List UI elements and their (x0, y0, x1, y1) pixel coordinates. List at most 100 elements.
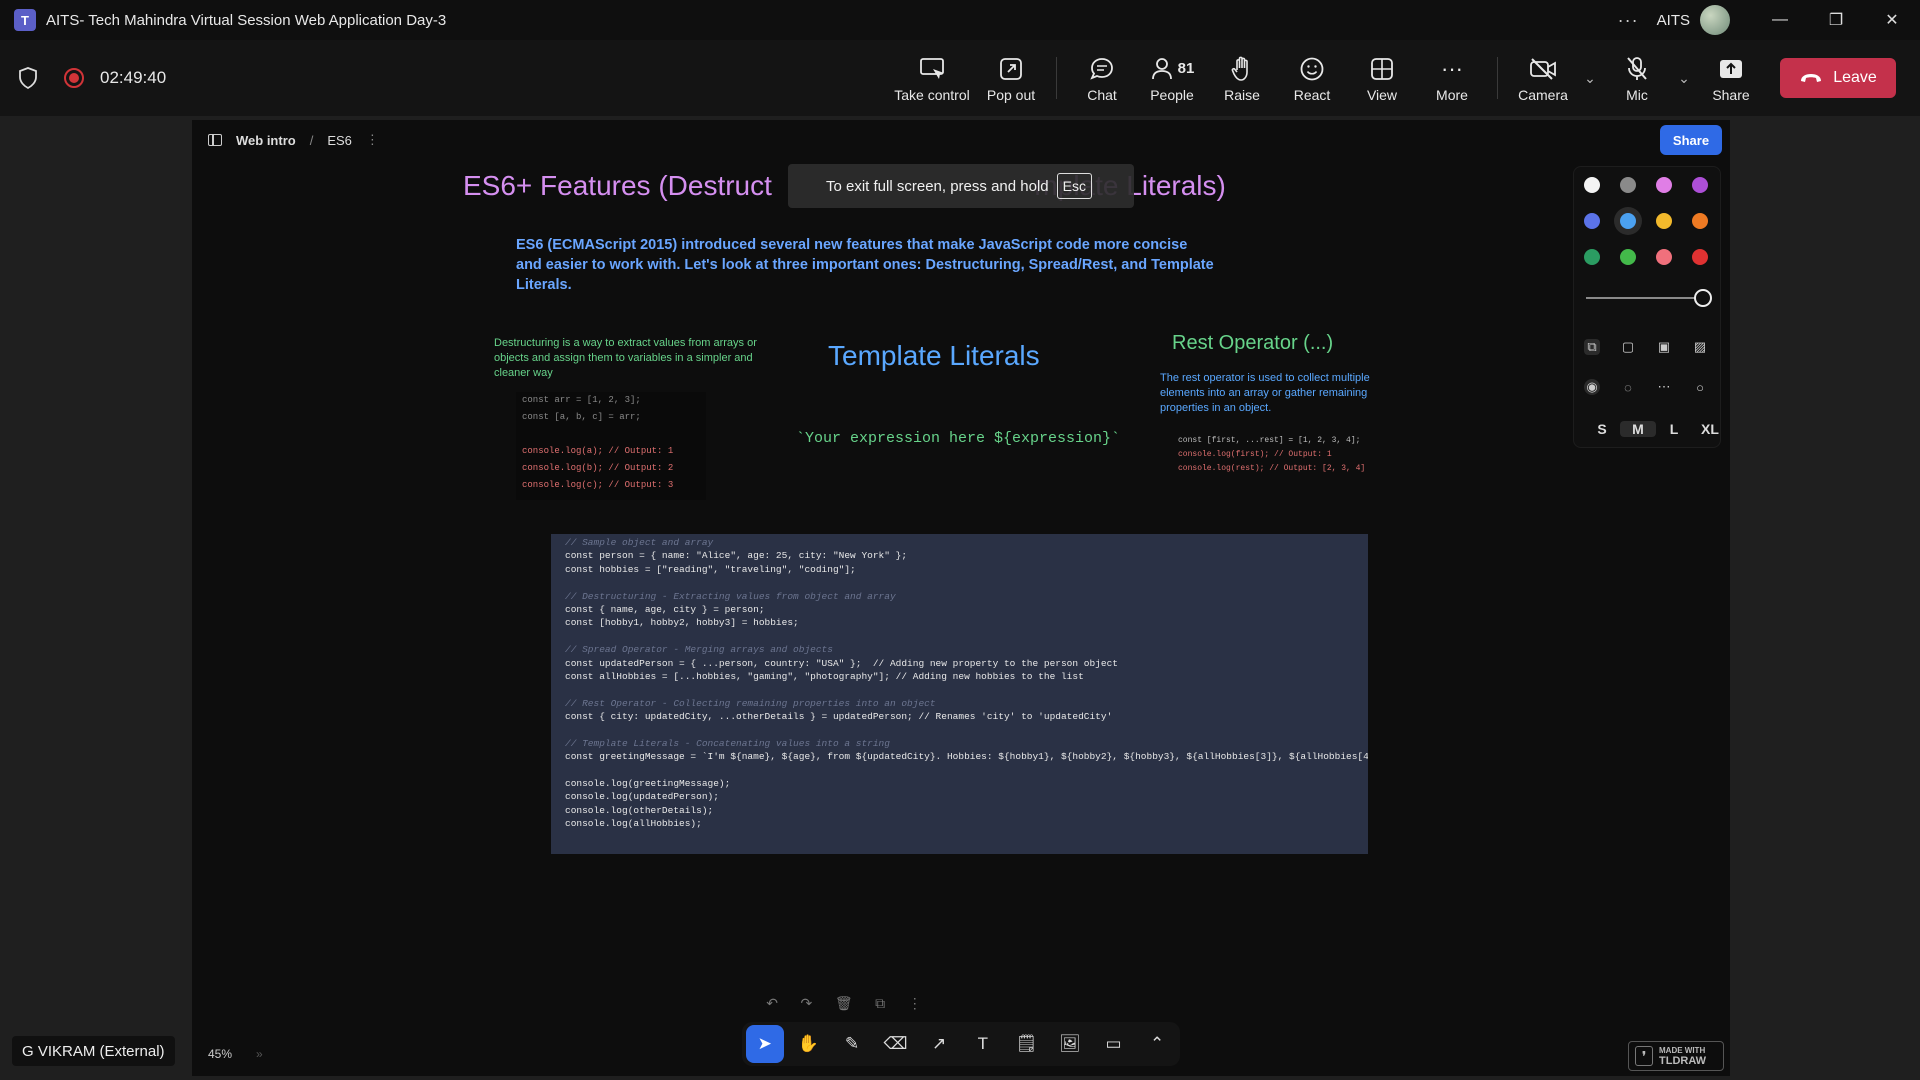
mic-label: Mic (1626, 86, 1648, 103)
breadcrumb-page[interactable]: ES6 (327, 133, 352, 148)
chat-button[interactable]: Chat (1067, 54, 1137, 103)
share-screen-button[interactable]: Share (1696, 54, 1766, 103)
color-swatch-light-green[interactable] (1620, 249, 1636, 265)
minimize-button[interactable]: — (1752, 0, 1808, 40)
more-actions-icon[interactable]: ⋮ (908, 995, 922, 1012)
fill-pattern-icon[interactable]: ▨ (1692, 339, 1708, 355)
share-label: Share (1712, 86, 1750, 103)
view-button[interactable]: View (1347, 54, 1417, 103)
camera-button[interactable]: Camera (1508, 54, 1578, 103)
code-line: console.log(rest); // Output: [2, 3, 4] (1178, 464, 1366, 473)
view-icon (1370, 54, 1394, 84)
rectangle-tool-icon[interactable]: ▭ (1095, 1025, 1133, 1063)
zoom-level: 45% (208, 1047, 233, 1061)
color-swatch-yellow[interactable] (1656, 213, 1672, 229)
code-line: // Rest Operator - Collecting remaining … (565, 697, 936, 709)
color-swatch-orange[interactable] (1692, 213, 1708, 229)
undo-icon[interactable]: ↶ (766, 995, 778, 1012)
pop-out-label: Pop out (986, 86, 1036, 103)
dash-dotted-icon[interactable]: ⋯ (1656, 379, 1672, 395)
code-line: // Destructuring - Extracting values fro… (565, 590, 896, 602)
take-control-icon (919, 54, 945, 84)
style-panel: ⧉ ▢ ▣ ▨ ◉ ◌ ⋯ ○ S M L XL (1573, 166, 1721, 448)
color-swatch-light-blue[interactable] (1620, 213, 1636, 229)
hand-tool-icon[interactable]: ✋ (790, 1025, 828, 1063)
code-line: const updatedPerson = { ...person, count… (565, 657, 1118, 669)
code-line: console.log(b); // Output: 2 (522, 463, 674, 473)
note-tool-icon[interactable]: 🗒 (1008, 1025, 1046, 1063)
code-line: console.log(c); // Output: 3 (522, 480, 674, 490)
size-xl-button[interactable]: XL (1692, 421, 1728, 437)
people-button[interactable]: 81 People (1137, 54, 1207, 103)
raise-hand-button[interactable]: Raise (1207, 54, 1277, 103)
more-tools-chevron-icon[interactable]: ⌃ (1138, 1025, 1176, 1063)
color-swatch-light-violet[interactable] (1656, 177, 1672, 193)
code-line: const arr = [1, 2, 3]; (522, 395, 641, 405)
fill-solid-icon[interactable]: ▣ (1656, 339, 1672, 355)
opacity-slider-knob[interactable] (1694, 289, 1712, 307)
made-with-line1: MADE WITH (1659, 1045, 1706, 1055)
color-swatch-white[interactable] (1584, 177, 1600, 193)
color-swatch-green[interactable] (1584, 249, 1600, 265)
arrow-tool-icon[interactable]: ↗ (920, 1025, 958, 1063)
more-button[interactable]: ··· More (1417, 54, 1487, 103)
color-swatch-blue[interactable] (1584, 213, 1600, 229)
camera-options-chevron-icon[interactable]: ⌄ (1578, 70, 1602, 87)
take-control-label: Take control (894, 86, 970, 103)
code-line: // Template Literals - Concatenating val… (565, 737, 890, 749)
select-tool-icon[interactable]: ➤ (746, 1025, 784, 1063)
sidebar-toggle-icon[interactable] (208, 134, 222, 146)
size-l-button[interactable]: L (1656, 421, 1692, 437)
opacity-slider[interactable] (1586, 289, 1712, 307)
fullscreen-exit-toast: To exit full screen, press and hold Esc (788, 164, 1134, 208)
fill-row: ⧉ ▢ ▣ ▨ (1584, 339, 1708, 355)
more-options-icon[interactable]: ··· (1618, 10, 1639, 31)
meeting-controls: Take control Pop out Chat 81 People Rais… (888, 40, 1920, 116)
size-s-button[interactable]: S (1584, 421, 1620, 437)
delete-icon[interactable]: 🗑 (835, 995, 853, 1012)
breadcrumb: Web intro / ES6 ⋮ (208, 132, 379, 148)
dash-solid-icon[interactable]: ○ (1692, 379, 1708, 395)
zoom-menu[interactable]: 45% » (208, 1047, 263, 1061)
duplicate-icon[interactable]: ⧉ (875, 995, 885, 1012)
code-line: // Sample object and array (565, 537, 714, 548)
text-tool-icon[interactable]: T (964, 1025, 1002, 1063)
color-swatch-grey[interactable] (1620, 177, 1636, 193)
pop-out-button[interactable]: Pop out (976, 54, 1046, 103)
page-menu-icon[interactable]: ⋮ (366, 132, 379, 148)
color-swatch-red[interactable] (1692, 249, 1708, 265)
redo-icon[interactable]: ↷ (801, 995, 813, 1012)
mic-button[interactable]: Mic (1602, 54, 1672, 103)
people-count: 81 (1177, 60, 1195, 77)
leave-label: Leave (1833, 69, 1877, 86)
fill-none-icon[interactable]: ⧉ (1584, 339, 1600, 355)
react-button[interactable]: React (1277, 54, 1347, 103)
raise-label: Raise (1224, 86, 1260, 103)
dash-draw-icon[interactable]: ◉ (1584, 379, 1600, 395)
color-swatch-violet[interactable] (1692, 177, 1708, 193)
fill-semi-icon[interactable]: ▢ (1620, 339, 1636, 355)
code-line: const { city: updatedCity, ...otherDetai… (565, 711, 1113, 723)
made-with-tldraw-badge[interactable]: ❜ MADE WITH TLDRAW (1628, 1041, 1724, 1071)
tldraw-share-button[interactable]: Share (1660, 125, 1722, 155)
eraser-tool-icon[interactable]: ⌫ (877, 1025, 915, 1063)
mic-options-chevron-icon[interactable]: ⌄ (1672, 70, 1696, 87)
take-control-button[interactable]: Take control (888, 54, 976, 103)
size-m-button[interactable]: M (1620, 421, 1656, 437)
restore-button[interactable]: ❐ (1808, 0, 1864, 40)
breadcrumb-parent[interactable]: Web intro (236, 133, 296, 148)
leave-button[interactable]: Leave (1780, 58, 1896, 98)
phone-hangup-icon (1801, 74, 1822, 82)
avatar[interactable] (1700, 5, 1730, 35)
draw-tool-icon[interactable]: ✎ (833, 1025, 871, 1063)
dash-dashed-icon[interactable]: ◌ (1620, 379, 1636, 395)
close-button[interactable]: ✕ (1864, 0, 1920, 40)
dash-row: ◉ ◌ ⋯ ○ (1584, 379, 1708, 395)
image-tool-icon[interactable]: 🖼 (1051, 1025, 1089, 1063)
rest-operator-description: The rest operator is used to collect mul… (1160, 372, 1370, 414)
code-line: console.log(allHobbies); (565, 818, 702, 830)
mic-off-icon (1625, 54, 1649, 84)
color-swatch-light-red[interactable] (1656, 249, 1672, 265)
